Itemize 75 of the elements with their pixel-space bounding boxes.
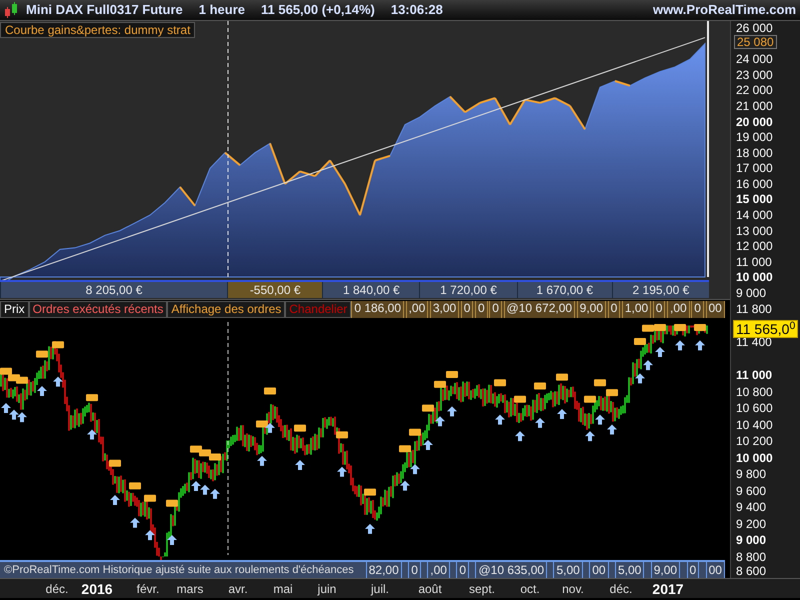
axis-label: 2016 xyxy=(81,582,113,596)
axis-label: 12 000 xyxy=(736,240,773,252)
order-tag: ,00 xyxy=(667,301,690,318)
axis-label: nov. xyxy=(562,582,584,596)
axis-label: mai xyxy=(273,582,293,596)
axis-label: oct. xyxy=(520,582,540,596)
axis-label: 11 000 xyxy=(736,369,772,381)
axis-label: sept. xyxy=(469,582,495,596)
axis-label: 10 800 xyxy=(736,386,773,398)
trade-result[interactable]: 1 840,00 € xyxy=(322,282,420,298)
chart-period: 1 heure xyxy=(198,1,245,20)
axis-label: 10 000 xyxy=(736,452,773,464)
order-tag: 0 xyxy=(489,301,502,318)
order-tag: ,00 xyxy=(406,301,428,318)
chart-tab[interactable]: Prix xyxy=(0,301,29,318)
order-tag: 0 xyxy=(691,301,704,318)
axis-label: août xyxy=(418,582,442,596)
axis-label: 10 400 xyxy=(736,418,773,430)
clock-time: 13:06:28 xyxy=(390,1,443,20)
axis-label: 13 000 xyxy=(736,224,773,237)
axis-label: 9 000 xyxy=(736,534,766,546)
order-tag: 9,00 xyxy=(576,301,606,318)
axis-label: 2017 xyxy=(652,582,684,596)
axis-label: 17 000 xyxy=(736,162,773,174)
order-tag: 00 xyxy=(706,301,725,318)
axis-label: 18 000 xyxy=(736,146,773,159)
axis-label: 26 000 xyxy=(736,22,773,34)
axis-label: 20 000 xyxy=(736,116,773,128)
order-tag: 0 xyxy=(608,301,620,318)
axis-label: déc. xyxy=(610,582,632,596)
indicator-label: Courbe gains&pertes: dummy strat xyxy=(0,22,196,38)
axis-label: 10 200 xyxy=(736,435,773,447)
axis-label: 8 600 xyxy=(736,565,766,577)
chart-tab[interactable]: Affichage des ordres xyxy=(167,301,286,318)
last-price: 11 565,00 (+0,14%) xyxy=(261,1,375,20)
axis-label: févr. xyxy=(136,582,160,596)
axis-label: 10 000 xyxy=(736,271,773,284)
axis-label: 24 000 xyxy=(736,53,773,66)
axis-label: 14 000 xyxy=(736,209,773,222)
instrument-name: Mini DAX Full0317 Future xyxy=(26,1,183,20)
axis-label: avr. xyxy=(228,582,248,596)
axis-label: 21 000 xyxy=(736,100,773,112)
axis-label: 10 600 xyxy=(736,402,773,414)
order-tag: @10 672,00 xyxy=(504,301,576,318)
axis-label: 9 800 xyxy=(736,468,766,480)
axis-label: 23 000 xyxy=(736,68,773,81)
order-tag: 0 xyxy=(652,301,666,318)
order-tag: 3,00 xyxy=(430,301,460,318)
axis-label: mars xyxy=(176,582,204,596)
axis-label: 22 000 xyxy=(736,84,773,96)
axis-label: juin xyxy=(318,582,336,596)
order-tag: 0 xyxy=(460,301,474,318)
axis-label: 11 000 xyxy=(736,256,772,268)
price-tag: 11 565,0$^{0}$ xyxy=(733,320,798,338)
axis-label: 9 400 xyxy=(736,501,766,513)
website-link[interactable]: www.ProRealTime.com xyxy=(652,0,796,20)
order-tag: 0 xyxy=(475,301,488,318)
axis-label: 8 800 xyxy=(736,550,766,562)
chart-notice: ©ProRealTime.com Historique ajusté suite aux roulements d'échéances xyxy=(3,563,355,578)
axis-label: 11 400 xyxy=(736,336,772,348)
trade-result[interactable]: -550,00 € xyxy=(227,282,322,298)
axis-label: 11 800 xyxy=(736,303,772,315)
axis-label: 9 200 xyxy=(736,518,766,530)
axis-label: 9 000 xyxy=(736,287,766,299)
axis-label: 19 000 xyxy=(736,131,773,144)
axis-label: juil. xyxy=(371,582,389,596)
axis-label: 16 000 xyxy=(736,178,773,190)
axis-label: 15 000 xyxy=(736,193,773,206)
order-tag: 1,00 xyxy=(622,301,652,318)
axis-label: 9 600 xyxy=(736,484,766,496)
order-tag: 0 186,00 xyxy=(351,301,404,318)
axis-label: déc. xyxy=(46,582,68,596)
chart-tab[interactable]: Ordres exécutés récents xyxy=(28,301,168,318)
candlestick-icon xyxy=(4,2,18,18)
value-tag: 25 080 xyxy=(734,35,777,50)
